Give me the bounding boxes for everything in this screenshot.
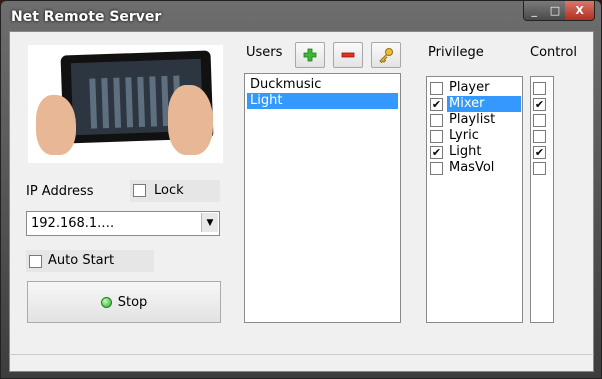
privilege-checkbox[interactable] bbox=[430, 162, 443, 175]
privilege-label-text: Playlist bbox=[449, 112, 496, 127]
status-bar bbox=[9, 354, 594, 372]
title-bar[interactable]: Net Remote Server _ □ X bbox=[1, 1, 601, 31]
privilege-label-text: Mixer bbox=[447, 96, 521, 112]
list-item[interactable]: Light bbox=[247, 93, 398, 109]
control-checkbox[interactable] bbox=[533, 128, 547, 144]
privilege-list[interactable]: Player ✔ Mixer Playlist Lyric ✔ Light MasV… bbox=[426, 76, 523, 323]
maximize-button[interactable]: □ bbox=[544, 1, 566, 20]
minimize-button[interactable]: _ bbox=[524, 1, 545, 20]
list-item[interactable]: ✔ Mixer bbox=[429, 96, 521, 112]
stop-button[interactable]: Stop bbox=[27, 281, 221, 323]
stop-button-label: Stop bbox=[117, 294, 148, 310]
list-item[interactable]: Playlist bbox=[429, 112, 515, 128]
auto-start-label: Auto Start bbox=[48, 253, 115, 268]
privilege-checkbox[interactable] bbox=[430, 114, 443, 127]
ip-address-select[interactable]: 192.168.1.… ▼ bbox=[26, 211, 220, 236]
plus-icon bbox=[303, 48, 317, 62]
privilege-checkbox[interactable]: ✔ bbox=[430, 146, 443, 159]
chevron-down-icon[interactable]: ▼ bbox=[201, 213, 218, 232]
lock-checkbox-box[interactable] bbox=[133, 184, 146, 197]
list-item[interactable]: Duckmusic bbox=[247, 77, 398, 93]
ip-address-value: 192.168.1.… bbox=[31, 216, 115, 231]
control-checkbox[interactable] bbox=[533, 160, 547, 176]
lock-label: Lock bbox=[154, 183, 184, 198]
privilege-label-text: MasVol bbox=[449, 160, 495, 175]
add-user-button[interactable] bbox=[295, 42, 325, 68]
list-item[interactable]: Lyric bbox=[429, 128, 515, 144]
window-title: Net Remote Server bbox=[11, 9, 162, 25]
privilege-checkbox[interactable]: ✔ bbox=[430, 98, 443, 111]
remove-user-button[interactable] bbox=[333, 42, 363, 68]
lock-checkbox[interactable]: Lock bbox=[130, 180, 220, 202]
list-item[interactable]: ✔ Light bbox=[429, 144, 515, 160]
control-checkbox[interactable] bbox=[533, 80, 547, 96]
users-list[interactable]: Duckmusic Light bbox=[244, 73, 401, 323]
control-checkbox[interactable]: ✔ bbox=[533, 144, 547, 160]
privilege-checkbox[interactable] bbox=[430, 82, 443, 95]
tablet-preview-image bbox=[28, 45, 223, 163]
privilege-label-text: Player bbox=[449, 80, 490, 95]
privilege-label: Privilege bbox=[428, 45, 484, 60]
list-item[interactable]: Player bbox=[429, 80, 515, 96]
auto-start-checkbox[interactable]: Auto Start bbox=[26, 250, 154, 272]
minus-icon bbox=[341, 52, 355, 58]
list-item[interactable]: MasVol bbox=[429, 160, 515, 176]
control-label: Control bbox=[530, 45, 577, 60]
status-light-icon bbox=[100, 296, 112, 308]
control-list[interactable]: ✔ ✔ bbox=[530, 76, 554, 323]
privilege-label-text: Light bbox=[449, 144, 482, 159]
key-icon bbox=[379, 48, 393, 63]
users-label: Users bbox=[246, 45, 283, 60]
auto-start-checkbox-box[interactable] bbox=[29, 255, 42, 268]
control-checkbox[interactable] bbox=[533, 112, 547, 128]
control-checkbox[interactable]: ✔ bbox=[533, 96, 547, 112]
close-button[interactable]: X bbox=[565, 1, 594, 20]
ip-address-label: IP Address bbox=[26, 184, 94, 199]
privilege-checkbox[interactable] bbox=[430, 130, 443, 143]
privilege-label-text: Lyric bbox=[449, 128, 479, 143]
window-controls: _ □ X bbox=[523, 1, 595, 21]
user-password-button[interactable] bbox=[371, 42, 401, 68]
